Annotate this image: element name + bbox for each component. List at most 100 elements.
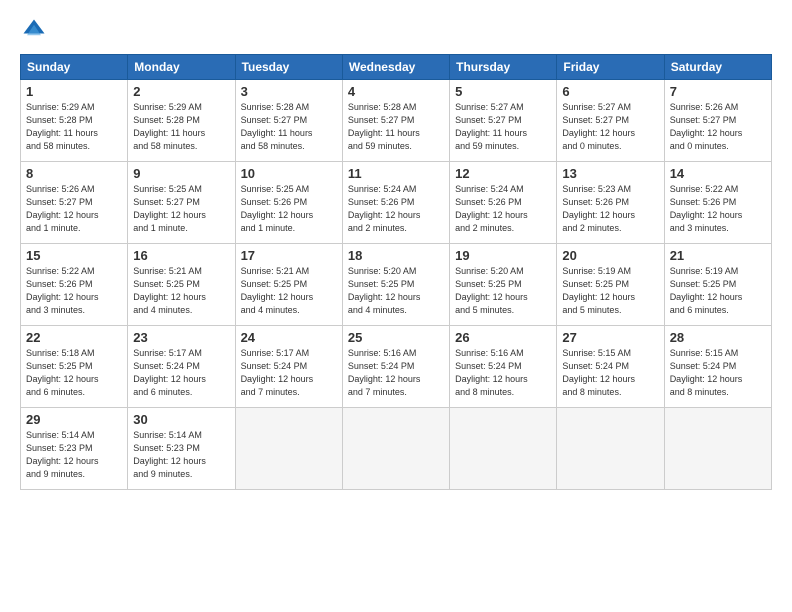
calendar-cell: 6 Sunrise: 5:27 AM Sunset: 5:27 PM Daylig… bbox=[557, 80, 664, 162]
day-number: 28 bbox=[670, 330, 766, 345]
day-info: Sunrise: 5:21 AM Sunset: 5:25 PM Dayligh… bbox=[133, 265, 229, 317]
day-info: Sunrise: 5:25 AM Sunset: 5:27 PM Dayligh… bbox=[133, 183, 229, 235]
weekday-header-sunday: Sunday bbox=[21, 55, 128, 80]
calendar-table: SundayMondayTuesdayWednesdayThursdayFrid… bbox=[20, 54, 772, 490]
calendar-cell bbox=[235, 408, 342, 490]
calendar-cell bbox=[557, 408, 664, 490]
day-number: 29 bbox=[26, 412, 122, 427]
day-number: 30 bbox=[133, 412, 229, 427]
calendar-cell: 3Sunrise: 5:28 AM Sunset: 5:27 PM Daylig… bbox=[235, 80, 342, 162]
day-number: 7 bbox=[670, 84, 766, 99]
day-info: Sunrise: 5:22 AM Sunset: 5:26 PM Dayligh… bbox=[26, 265, 122, 317]
calendar-cell: 7 Sunrise: 5:26 AM Sunset: 5:27 PM Daylig… bbox=[664, 80, 771, 162]
day-info: Sunrise: 5:20 AM Sunset: 5:25 PM Dayligh… bbox=[348, 265, 444, 317]
calendar-week-3: 15 Sunrise: 5:22 AM Sunset: 5:26 PM Dayli… bbox=[21, 244, 772, 326]
day-number: 25 bbox=[348, 330, 444, 345]
day-info: Sunrise: 5:25 AM Sunset: 5:26 PM Dayligh… bbox=[241, 183, 337, 235]
day-info: Sunrise: 5:24 AM Sunset: 5:26 PM Dayligh… bbox=[455, 183, 551, 235]
day-info: Sunrise: 5:15 AM Sunset: 5:24 PM Dayligh… bbox=[562, 347, 658, 399]
calendar-cell: 19Sunrise: 5:20 AM Sunset: 5:25 PM Dayli… bbox=[450, 244, 557, 326]
day-number: 8 bbox=[26, 166, 122, 181]
calendar-cell: 28 Sunrise: 5:15 AM Sunset: 5:24 PM Dayli… bbox=[664, 326, 771, 408]
day-info: Sunrise: 5:22 AM Sunset: 5:26 PM Dayligh… bbox=[670, 183, 766, 235]
day-number: 18 bbox=[348, 248, 444, 263]
calendar-cell: 11 Sunrise: 5:24 AM Sunset: 5:26 PM Dayli… bbox=[342, 162, 449, 244]
calendar-week-4: 22 Sunrise: 5:18 AM Sunset: 5:25 PM Dayli… bbox=[21, 326, 772, 408]
day-info: Sunrise: 5:28 AM Sunset: 5:27 PM Dayligh… bbox=[348, 101, 444, 153]
day-info: Sunrise: 5:27 AM Sunset: 5:27 PM Dayligh… bbox=[455, 101, 551, 153]
day-info: Sunrise: 5:14 AM Sunset: 5:23 PM Dayligh… bbox=[26, 429, 122, 481]
header bbox=[20, 16, 772, 44]
calendar-cell: 27 Sunrise: 5:15 AM Sunset: 5:24 PM Dayli… bbox=[557, 326, 664, 408]
day-number: 5 bbox=[455, 84, 551, 99]
calendar-cell: 21 Sunrise: 5:19 AM Sunset: 5:25 PM Dayli… bbox=[664, 244, 771, 326]
day-number: 17 bbox=[241, 248, 337, 263]
day-info: Sunrise: 5:19 AM Sunset: 5:25 PM Dayligh… bbox=[670, 265, 766, 317]
weekday-header-wednesday: Wednesday bbox=[342, 55, 449, 80]
calendar-cell: 20 Sunrise: 5:19 AM Sunset: 5:25 PM Dayli… bbox=[557, 244, 664, 326]
logo bbox=[20, 16, 52, 44]
calendar-cell: 24Sunrise: 5:17 AM Sunset: 5:24 PM Dayli… bbox=[235, 326, 342, 408]
day-number: 20 bbox=[562, 248, 658, 263]
weekday-header-saturday: Saturday bbox=[664, 55, 771, 80]
logo-icon bbox=[20, 16, 48, 44]
day-number: 15 bbox=[26, 248, 122, 263]
day-number: 11 bbox=[348, 166, 444, 181]
weekday-header-friday: Friday bbox=[557, 55, 664, 80]
calendar-cell: 29 Sunrise: 5:14 AM Sunset: 5:23 PM Dayli… bbox=[21, 408, 128, 490]
day-number: 19 bbox=[455, 248, 551, 263]
weekday-header-tuesday: Tuesday bbox=[235, 55, 342, 80]
calendar-cell: 14 Sunrise: 5:22 AM Sunset: 5:26 PM Dayli… bbox=[664, 162, 771, 244]
day-info: Sunrise: 5:27 AM Sunset: 5:27 PM Dayligh… bbox=[562, 101, 658, 153]
calendar-cell: 23 Sunrise: 5:17 AM Sunset: 5:24 PM Dayli… bbox=[128, 326, 235, 408]
calendar-cell: 12Sunrise: 5:24 AM Sunset: 5:26 PM Dayli… bbox=[450, 162, 557, 244]
calendar-cell: 16 Sunrise: 5:21 AM Sunset: 5:25 PM Dayli… bbox=[128, 244, 235, 326]
day-number: 26 bbox=[455, 330, 551, 345]
calendar-cell: 26 Sunrise: 5:16 AM Sunset: 5:24 PM Dayli… bbox=[450, 326, 557, 408]
calendar-cell: 13 Sunrise: 5:23 AM Sunset: 5:26 PM Dayli… bbox=[557, 162, 664, 244]
day-info: Sunrise: 5:26 AM Sunset: 5:27 PM Dayligh… bbox=[26, 183, 122, 235]
calendar-cell: 18 Sunrise: 5:20 AM Sunset: 5:25 PM Dayli… bbox=[342, 244, 449, 326]
calendar-cell bbox=[450, 408, 557, 490]
day-info: Sunrise: 5:15 AM Sunset: 5:24 PM Dayligh… bbox=[670, 347, 766, 399]
day-number: 1 bbox=[26, 84, 122, 99]
calendar-cell: 25 Sunrise: 5:16 AM Sunset: 5:24 PM Dayli… bbox=[342, 326, 449, 408]
day-number: 16 bbox=[133, 248, 229, 263]
calendar-header: SundayMondayTuesdayWednesdayThursdayFrid… bbox=[21, 55, 772, 80]
day-number: 6 bbox=[562, 84, 658, 99]
day-info: Sunrise: 5:29 AM Sunset: 5:28 PM Dayligh… bbox=[26, 101, 122, 153]
calendar-week-1: 1 Sunrise: 5:29 AM Sunset: 5:28 PM Daylig… bbox=[21, 80, 772, 162]
calendar-cell: 5 Sunrise: 5:27 AM Sunset: 5:27 PM Daylig… bbox=[450, 80, 557, 162]
day-info: Sunrise: 5:16 AM Sunset: 5:24 PM Dayligh… bbox=[348, 347, 444, 399]
day-info: Sunrise: 5:23 AM Sunset: 5:26 PM Dayligh… bbox=[562, 183, 658, 235]
day-info: Sunrise: 5:26 AM Sunset: 5:27 PM Dayligh… bbox=[670, 101, 766, 153]
day-number: 13 bbox=[562, 166, 658, 181]
calendar-cell: 8 Sunrise: 5:26 AM Sunset: 5:27 PM Daylig… bbox=[21, 162, 128, 244]
calendar-week-5: 29 Sunrise: 5:14 AM Sunset: 5:23 PM Dayli… bbox=[21, 408, 772, 490]
day-number: 9 bbox=[133, 166, 229, 181]
day-info: Sunrise: 5:18 AM Sunset: 5:25 PM Dayligh… bbox=[26, 347, 122, 399]
day-number: 14 bbox=[670, 166, 766, 181]
day-number: 2 bbox=[133, 84, 229, 99]
day-number: 21 bbox=[670, 248, 766, 263]
calendar-cell: 15 Sunrise: 5:22 AM Sunset: 5:26 PM Dayli… bbox=[21, 244, 128, 326]
day-number: 10 bbox=[241, 166, 337, 181]
weekday-header-monday: Monday bbox=[128, 55, 235, 80]
calendar-cell: 30Sunrise: 5:14 AM Sunset: 5:23 PM Dayli… bbox=[128, 408, 235, 490]
day-info: Sunrise: 5:19 AM Sunset: 5:25 PM Dayligh… bbox=[562, 265, 658, 317]
calendar-week-2: 8 Sunrise: 5:26 AM Sunset: 5:27 PM Daylig… bbox=[21, 162, 772, 244]
weekday-header-thursday: Thursday bbox=[450, 55, 557, 80]
calendar-cell: 17Sunrise: 5:21 AM Sunset: 5:25 PM Dayli… bbox=[235, 244, 342, 326]
calendar-cell: 10 Sunrise: 5:25 AM Sunset: 5:26 PM Dayli… bbox=[235, 162, 342, 244]
calendar-cell bbox=[342, 408, 449, 490]
day-info: Sunrise: 5:17 AM Sunset: 5:24 PM Dayligh… bbox=[133, 347, 229, 399]
day-info: Sunrise: 5:16 AM Sunset: 5:24 PM Dayligh… bbox=[455, 347, 551, 399]
day-info: Sunrise: 5:29 AM Sunset: 5:28 PM Dayligh… bbox=[133, 101, 229, 153]
day-number: 24 bbox=[241, 330, 337, 345]
day-number: 23 bbox=[133, 330, 229, 345]
day-number: 3 bbox=[241, 84, 337, 99]
day-info: Sunrise: 5:24 AM Sunset: 5:26 PM Dayligh… bbox=[348, 183, 444, 235]
day-number: 22 bbox=[26, 330, 122, 345]
day-number: 27 bbox=[562, 330, 658, 345]
calendar-cell: 2 Sunrise: 5:29 AM Sunset: 5:28 PM Daylig… bbox=[128, 80, 235, 162]
